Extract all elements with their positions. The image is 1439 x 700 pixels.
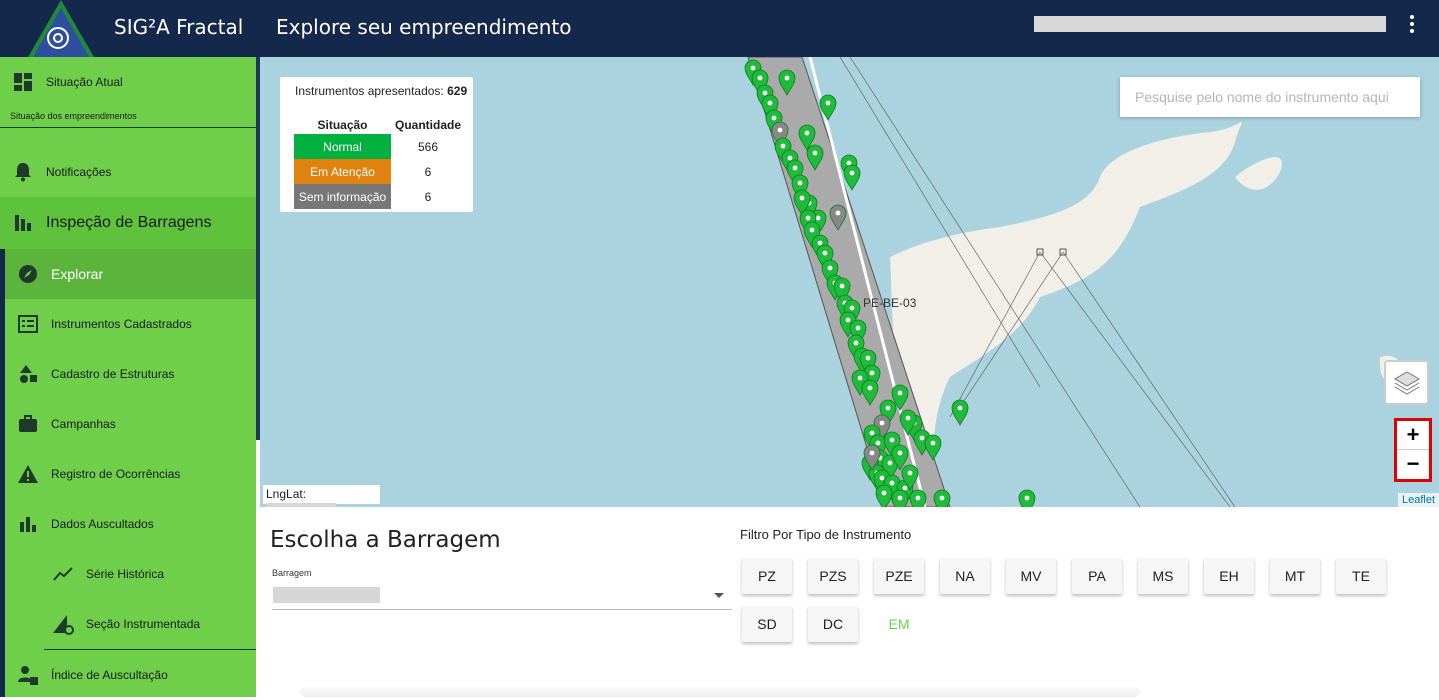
lnglat-readout: LngLat: — [263, 485, 380, 507]
sidebar-item-explorar[interactable]: Explorar — [0, 249, 256, 299]
sidebar-item-dados-auscultados[interactable]: Dados Auscultados — [0, 499, 256, 549]
sidebar-item-label: Notificações — [46, 165, 112, 179]
zoom-out-button[interactable]: − — [1397, 450, 1429, 479]
sidebar-section-inspecao[interactable]: Inspeção de Barragens — [0, 197, 256, 249]
top-app-bar: SIG²A Fractal Explore seu empreendimento — [0, 0, 1439, 64]
zoom-control: + − — [1394, 418, 1432, 482]
sidebar-item-secao-instrumentada[interactable]: Seção Instrumentada — [0, 599, 256, 649]
instrument-list-icon — [17, 313, 39, 335]
compass-icon — [17, 263, 39, 285]
sidebar-item-label: Seção Instrumentada — [86, 617, 201, 631]
filter-chip-mt[interactable]: MT — [1270, 558, 1320, 594]
sidebar-item-label: Situação Atual — [46, 75, 123, 89]
layers-icon — [1393, 370, 1420, 395]
more-vert-icon[interactable] — [1404, 12, 1420, 38]
filter-chip-dc[interactable]: DC — [808, 606, 858, 642]
dam-select-label: Barragem — [272, 568, 312, 578]
bell-icon — [12, 161, 34, 183]
sidebar-item-label: Índice de Auscultação — [51, 668, 168, 682]
filter-chip-na[interactable]: NA — [940, 558, 990, 594]
filter-chip-pa[interactable]: PA — [1072, 558, 1122, 594]
filter-chip-te[interactable]: TE — [1336, 558, 1386, 594]
instrument-search[interactable] — [1120, 77, 1420, 117]
legend-status: Em Atenção — [294, 159, 391, 184]
divider — [0, 127, 256, 128]
lower-panel: Escolha a Barragem Barragem Filtro Por T… — [260, 507, 1439, 697]
sidebar-item-cadastro-de-estruturas[interactable]: Cadastro de Estruturas — [0, 349, 256, 399]
choose-dam-title: Escolha a Barragem — [270, 527, 501, 553]
sidebar-item-notificacoes[interactable]: Notificações — [0, 161, 256, 183]
filter-chip-mv[interactable]: MV — [1006, 558, 1056, 594]
instrument-marker[interactable] — [933, 489, 951, 507]
filter-chip-em[interactable]: EM — [874, 606, 924, 642]
layers-button[interactable] — [1384, 360, 1429, 405]
instrument-marker[interactable] — [819, 94, 837, 121]
sidebar-item-instrumentos-cadastrados[interactable]: Instrumentos Cadastrados — [0, 299, 256, 349]
legend-col-status: Situação — [317, 118, 368, 132]
sidebar-item-label: Cadastro de Estruturas — [51, 367, 175, 381]
sidebar-item-registro-de-ocorrencias[interactable]: Registro de Ocorrências — [0, 449, 256, 499]
legend-title: Instrumentos apresentados: 629 — [295, 84, 468, 98]
instrument-marker[interactable] — [1018, 489, 1036, 507]
legend-table: Situação Quantidade Normal 566 Em Atenção 6 S… — [294, 116, 465, 209]
instrument-marker[interactable] — [843, 164, 861, 191]
structure-label: PE-BE-03 — [863, 296, 917, 310]
chevron-down-icon — [714, 593, 724, 598]
instrument-legend: Instrumentos apresentados: 629 Situação Q… — [280, 77, 473, 212]
dam-select-value-redacted — [273, 587, 380, 603]
filter-title: Filtro Por Tipo de Instrumento — [740, 527, 912, 542]
shapes-icon — [17, 363, 39, 385]
sidebar-item-label: Dados Auscultados — [51, 517, 154, 531]
line-chart-icon — [52, 563, 74, 585]
briefcase-icon — [17, 413, 39, 435]
sidebar-item-campanhas[interactable]: Campanhas — [0, 399, 256, 449]
legend-qty: 6 — [424, 164, 432, 179]
sidebar-item-situacao-atual[interactable]: Situação Atual — [0, 71, 256, 93]
sidebar-item-label: Registro de Ocorrências — [51, 467, 181, 481]
instrument-marker[interactable] — [909, 489, 927, 507]
sidebar-section-label: Inspeção de Barragens — [46, 214, 212, 231]
dam-select[interactable] — [272, 581, 732, 610]
dashboard-icon — [12, 71, 34, 93]
section-gear-icon — [52, 613, 74, 635]
sidebar-item-label: Explorar — [51, 266, 104, 282]
sidebar-item-label: Instrumentos Cadastrados — [51, 317, 192, 331]
dam-icon — [12, 212, 34, 234]
legend-row: Sem informação 6 — [294, 184, 465, 209]
legend-total: 629 — [447, 84, 468, 98]
leaflet-attribution[interactable]: Leaflet — [1397, 493, 1439, 507]
legend-qty: 6 — [424, 189, 432, 204]
filter-chip-sd[interactable]: SD — [742, 606, 792, 642]
legend-row: Em Atenção 6 — [294, 159, 465, 184]
filter-chip-pze[interactable]: PZE — [874, 558, 924, 594]
legend-status: Sem informação — [294, 184, 391, 209]
sidebar-item-label: Campanhas — [51, 417, 116, 431]
panel-card-shadow — [300, 685, 1140, 697]
divider — [44, 649, 256, 650]
sidebar-subtitle: Situação dos empreendimentos — [10, 111, 137, 121]
zoom-in-button[interactable]: + — [1397, 421, 1429, 450]
legend-status: Normal — [294, 134, 391, 159]
map-view[interactable]: PE-BE-03 Instrumentos apresentados: 629 … — [260, 57, 1439, 507]
filter-chip-eh[interactable]: EH — [1204, 558, 1254, 594]
sidebar-item-serie-historica[interactable]: Série Histórica — [0, 549, 256, 599]
instrument-search-input[interactable] — [1120, 77, 1420, 117]
page-title: Explore seu empreendimento — [276, 15, 572, 39]
legend-qty: 566 — [417, 139, 439, 154]
legend-row: Normal 566 — [294, 134, 465, 159]
bar-chart-icon — [17, 513, 39, 535]
filter-chip-pzs[interactable]: PZS — [808, 558, 858, 594]
filter-chip-pz[interactable]: PZ — [742, 558, 792, 594]
app-title: SIG²A Fractal — [114, 15, 244, 39]
instrument-marker[interactable] — [891, 489, 909, 507]
sidebar-item-label: Série Histórica — [86, 567, 165, 581]
logo — [24, 0, 98, 64]
people-settings-icon — [17, 664, 39, 686]
filter-chip-ms[interactable]: MS — [1138, 558, 1188, 594]
warning-icon — [17, 463, 39, 485]
sidebar-item-indice-de-auscultacao[interactable]: Índice de Auscultação — [0, 650, 256, 700]
user-name-redacted — [1034, 16, 1386, 32]
legend-col-qty: Quantidade — [395, 118, 462, 132]
instrument-marker[interactable] — [951, 399, 969, 426]
